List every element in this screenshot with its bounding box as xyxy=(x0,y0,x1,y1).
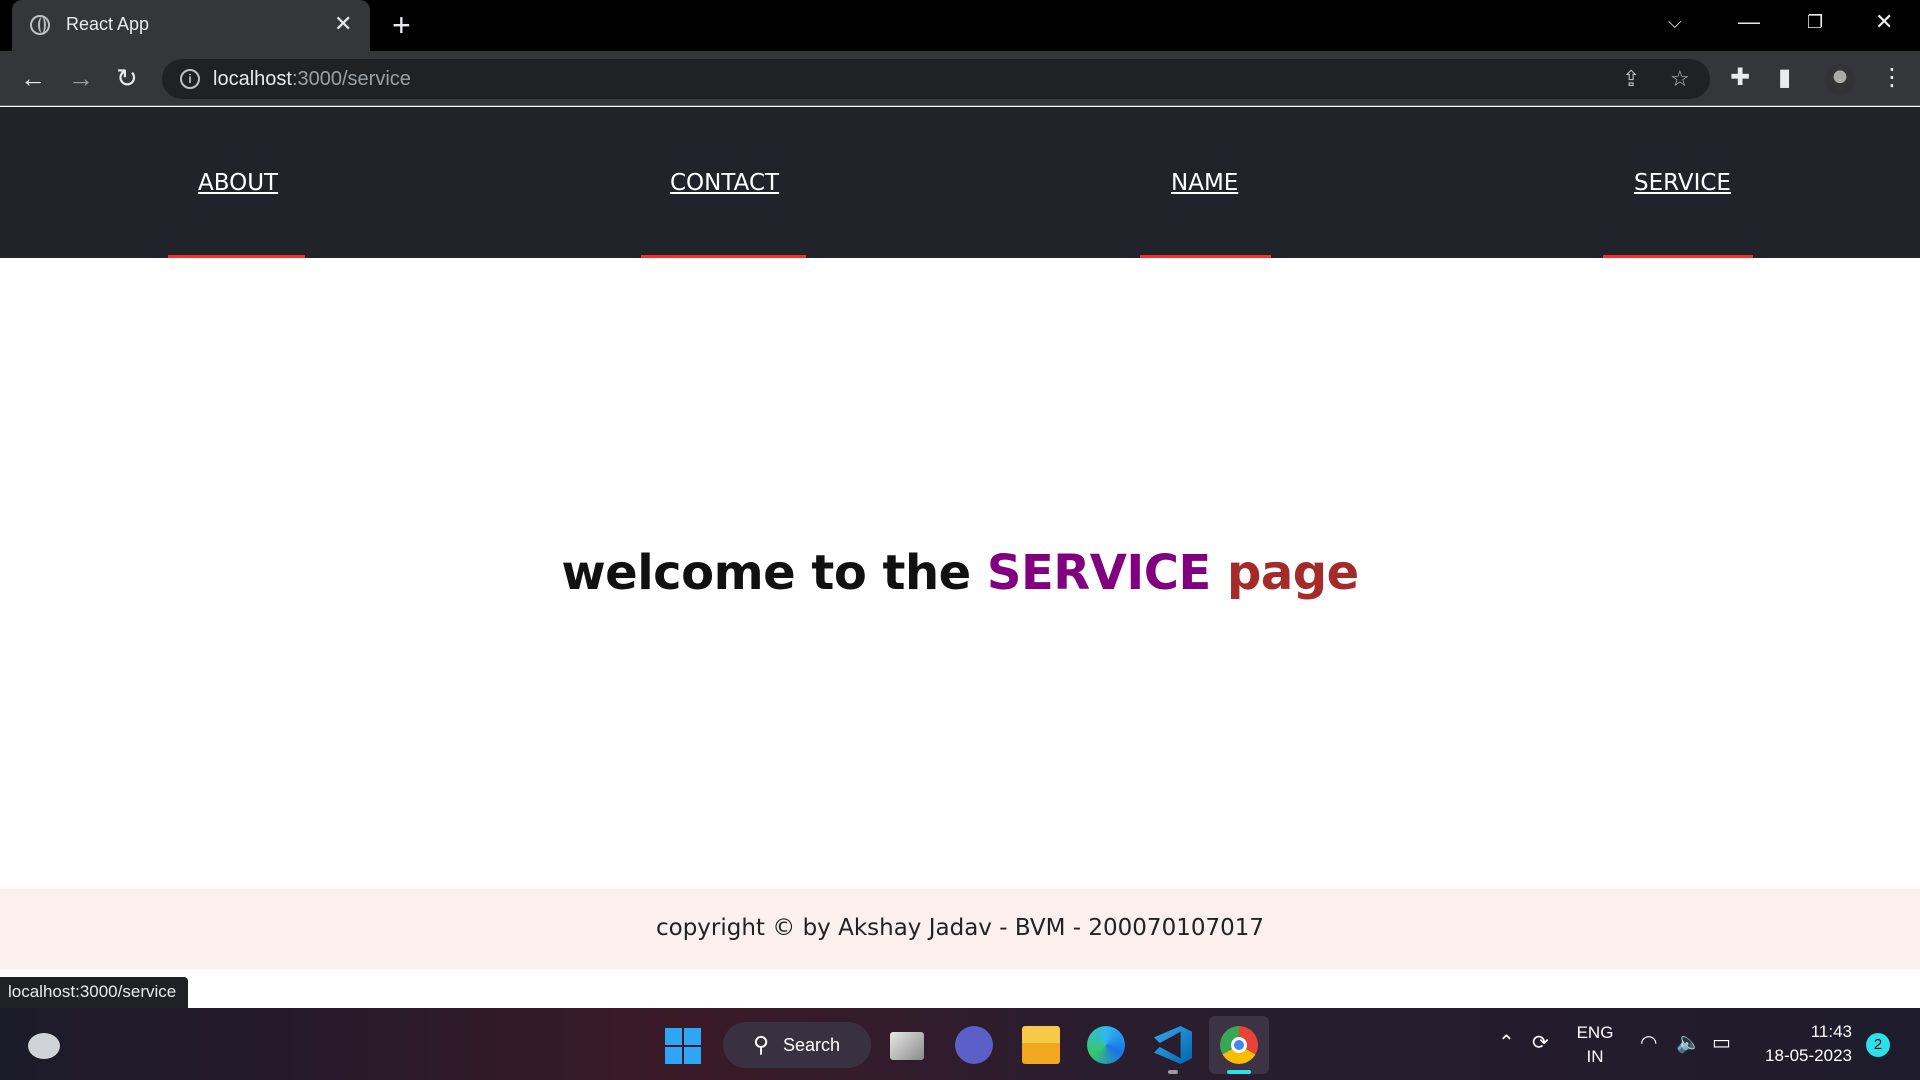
browser-toolbar: ← → ↻ i localhost:3000/service ⇪ ☆ ✚ ▮ ⋮ xyxy=(0,51,1920,106)
tab-title: React App xyxy=(66,14,150,34)
nav-underline-name xyxy=(1140,255,1271,258)
wifi-icon[interactable]: ◠ xyxy=(1640,1030,1657,1055)
copyright-text: copyright © by Akshay Jadav - BVM - 2000… xyxy=(655,915,1265,941)
reload-icon[interactable]: ↻ xyxy=(116,65,138,91)
windows-logo-tile xyxy=(665,1028,682,1045)
url-text[interactable]: localhost:3000/service xyxy=(213,68,411,91)
extensions-icon[interactable]: ✚ xyxy=(1730,64,1750,92)
forward-icon[interactable]: → xyxy=(68,65,94,91)
url-host: localhost xyxy=(213,68,292,90)
vscode-running-indicator xyxy=(1168,1070,1178,1074)
nav-link-service[interactable]: SERVICE xyxy=(1634,170,1731,196)
bookmark-star-icon[interactable]: ☆ xyxy=(1670,67,1690,91)
heading-highlight: SERVICE xyxy=(986,545,1211,601)
windows-taskbar: ⚲ Search ⌃ ⟳ ENG IN ◠ 🔈 ▭ 11:43 18-05-20… xyxy=(0,1008,1920,1080)
teams-icon[interactable] xyxy=(955,1026,993,1064)
browser-titlebar: React App ✕ + ⌵ — ❐ ✕ xyxy=(0,0,1920,51)
app-navbar: ABOUT CONTACT NAME SERVICE xyxy=(0,107,1920,258)
windows-logo-tile xyxy=(665,1047,682,1064)
weather-icon[interactable] xyxy=(28,1033,60,1059)
side-panel-icon[interactable]: ▮ xyxy=(1778,64,1791,92)
windows-logo-tile xyxy=(684,1047,701,1064)
vscode-icon[interactable] xyxy=(1154,1026,1192,1064)
sync-icon[interactable]: ⟳ xyxy=(1532,1030,1549,1055)
windows-logo-tile xyxy=(684,1028,701,1045)
share-icon[interactable]: ⇪ xyxy=(1622,67,1640,91)
taskbar-search[interactable]: ⚲ Search xyxy=(723,1022,871,1068)
nav-underline-contact xyxy=(641,255,806,258)
clock-time[interactable]: 11:43 xyxy=(1752,1022,1852,1042)
clock-date[interactable]: 18-05-2023 xyxy=(1752,1046,1852,1066)
browser-tab[interactable]: React App ✕ xyxy=(12,0,370,51)
chrome-active-indicator xyxy=(1227,1070,1251,1074)
link-status-bubble: localhost:3000/service xyxy=(0,977,189,1008)
heading-prefix: welcome to the xyxy=(561,545,971,601)
globe-icon xyxy=(30,15,50,35)
language-line1[interactable]: ENG xyxy=(1575,1023,1615,1043)
heading-suffix: page xyxy=(1226,545,1359,601)
nav-underline-service xyxy=(1603,255,1753,258)
notification-badge[interactable]: 2 xyxy=(1866,1033,1890,1057)
battery-icon[interactable]: ▭ xyxy=(1712,1030,1731,1055)
back-icon[interactable]: ← xyxy=(20,65,46,91)
minimize-icon[interactable]: — xyxy=(1738,8,1760,36)
nav-underline-about xyxy=(168,255,305,258)
show-hidden-icons-icon[interactable]: ⌃ xyxy=(1498,1030,1515,1055)
nav-link-name[interactable]: NAME xyxy=(1171,170,1238,196)
close-window-icon[interactable]: ✕ xyxy=(1875,8,1893,36)
close-tab-icon[interactable]: ✕ xyxy=(334,12,352,36)
restore-icon[interactable]: ❐ xyxy=(1807,8,1823,36)
new-tab-button[interactable]: + xyxy=(392,8,411,42)
page-footer: copyright © by Akshay Jadav - BVM - 2000… xyxy=(0,889,1920,969)
file-explorer-icon[interactable] xyxy=(1022,1026,1060,1064)
profile-avatar[interactable] xyxy=(1824,64,1856,96)
nav-link-contact[interactable]: CONTACT xyxy=(670,170,779,196)
menu-kebab-icon[interactable]: ⋮ xyxy=(1880,64,1904,92)
start-button[interactable] xyxy=(665,1028,701,1064)
edge-icon[interactable] xyxy=(1087,1026,1125,1064)
search-icon: ⚲ xyxy=(753,1032,770,1057)
chrome-center-dot xyxy=(1231,1037,1247,1053)
site-info-icon[interactable]: i xyxy=(180,69,200,89)
tab-search-icon[interactable]: ⌵ xyxy=(1668,8,1682,36)
nav-link-about[interactable]: ABOUT xyxy=(198,170,278,196)
language-line2[interactable]: IN xyxy=(1575,1047,1615,1067)
page-heading: welcome to the SERVICE page xyxy=(0,545,1920,601)
address-bar[interactable]: i localhost:3000/service ⇪ ☆ xyxy=(162,59,1710,99)
url-path: :3000/service xyxy=(291,68,411,90)
volume-icon[interactable]: 🔈 xyxy=(1676,1030,1701,1055)
task-view-icon[interactable] xyxy=(890,1032,924,1060)
search-label: Search xyxy=(783,1035,841,1055)
